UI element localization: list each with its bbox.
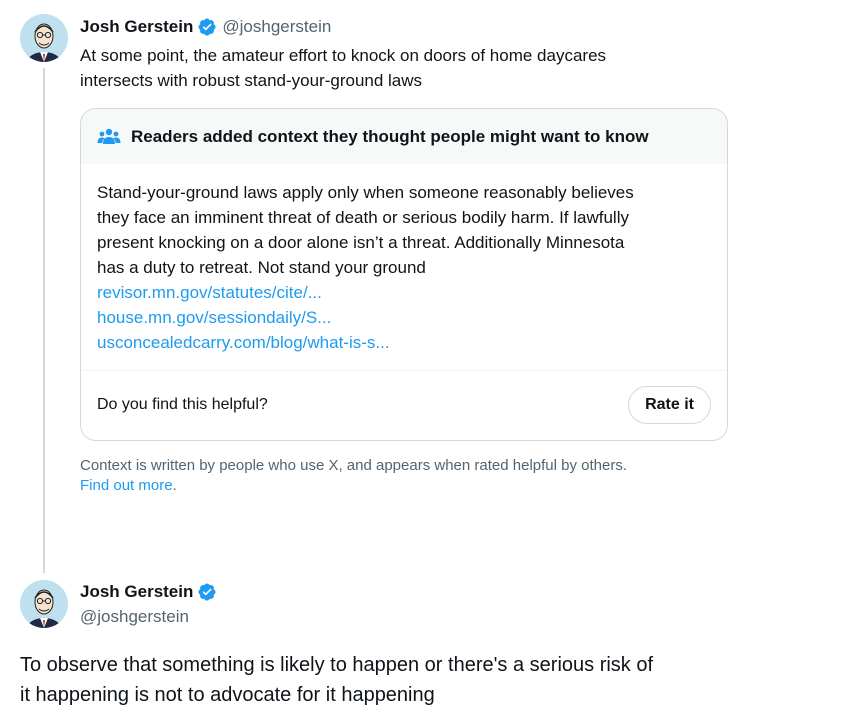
context-disclaimer-text: Context is written by people who use X, … bbox=[80, 457, 627, 474]
community-note-title: Readers added context they thought peopl… bbox=[131, 126, 649, 146]
thread-connector-line bbox=[43, 68, 45, 573]
author-name[interactable]: Josh Gerstein bbox=[80, 582, 193, 602]
tweet-header: Josh Gerstein @joshgerstein bbox=[80, 17, 331, 37]
author-name[interactable]: Josh Gerstein bbox=[80, 17, 193, 37]
author-handle[interactable]: @joshgerstein bbox=[80, 607, 189, 627]
people-icon bbox=[97, 125, 121, 149]
note-text-line: they face an imminent threat of death or… bbox=[97, 208, 629, 227]
avatar[interactable] bbox=[20, 14, 68, 62]
tweet-thread: Josh Gerstein @joshgerstein At some poin… bbox=[0, 0, 849, 721]
note-source-links: revisor.mn.gov/statutes/cite/... house.m… bbox=[97, 280, 711, 355]
context-disclaimer: Context is written by people who use X, … bbox=[80, 456, 730, 496]
note-text-line: has a duty to retreat. Not stand your gr… bbox=[97, 258, 426, 277]
tweet-text-line: it happening is not to advocate for it h… bbox=[20, 684, 435, 706]
note-rating-row: Do you find this helpful? Rate it bbox=[97, 371, 711, 439]
note-text-line: present knocking on a door alone isn’t a… bbox=[97, 233, 625, 252]
rate-it-button[interactable]: Rate it bbox=[628, 386, 711, 424]
tweet-text: At some point, the amateur effort to kno… bbox=[80, 43, 720, 93]
author-handle[interactable]: @joshgerstein bbox=[222, 17, 331, 37]
find-out-more-link[interactable]: Find out more bbox=[80, 477, 173, 494]
tweet-header: Josh Gerstein bbox=[80, 582, 222, 602]
tweet-text: To observe that something is likely to h… bbox=[20, 650, 820, 710]
community-note-header: Readers added context they thought peopl… bbox=[81, 109, 727, 164]
note-text-line: Stand-your-ground laws apply only when s… bbox=[97, 183, 634, 202]
note-source-link[interactable]: usconcealedcarry.com/blog/what-is-s... bbox=[97, 330, 711, 355]
helpful-question: Do you find this helpful? bbox=[97, 396, 268, 413]
tweet-text-line: At some point, the amateur effort to kno… bbox=[80, 46, 607, 65]
note-source-link[interactable]: revisor.mn.gov/statutes/cite/... bbox=[97, 280, 711, 305]
tweet-text-line: To observe that something is likely to h… bbox=[20, 654, 654, 676]
verified-badge-icon[interactable] bbox=[197, 17, 217, 37]
community-note-card: Readers added context they thought peopl… bbox=[80, 108, 728, 441]
verified-badge-icon[interactable] bbox=[197, 582, 217, 602]
community-note-body: Stand-your-ground laws apply only when s… bbox=[81, 164, 727, 355]
note-source-link[interactable]: house.mn.gov/sessiondaily/S... bbox=[97, 305, 711, 330]
period-text: . bbox=[172, 477, 177, 494]
avatar[interactable] bbox=[20, 580, 68, 628]
tweet-text-line: intersects with robust stand-your-ground… bbox=[80, 71, 423, 90]
